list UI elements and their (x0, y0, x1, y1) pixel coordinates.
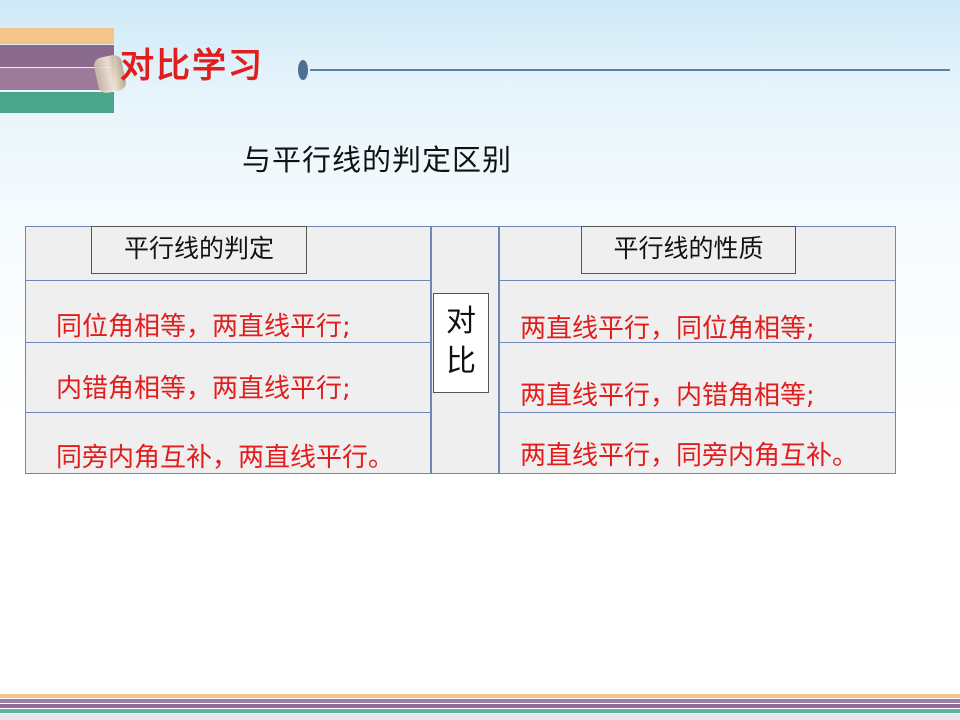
footer-stripe (0, 704, 960, 708)
right-row-text: 两直线平行，同旁内角互补。 (520, 441, 859, 471)
title-divider (310, 69, 950, 71)
right-row-text: 两直线平行，同位角相等; (520, 314, 815, 344)
right-row-divider (499, 280, 896, 281)
left-row-divider (25, 280, 431, 281)
compare-label-box: 对 比 (433, 293, 489, 393)
slide-title: 对比学习 (120, 46, 264, 86)
section-heading: 与平行线的判定区别 (242, 143, 513, 177)
footer-stripe (0, 714, 960, 720)
footer-stripe (0, 709, 960, 713)
title-bullet-icon (298, 60, 308, 80)
left-row-text: 同位角相等，两直线平行; (56, 312, 351, 342)
header-stripe-orange (0, 28, 114, 44)
header-stripe-teal (0, 92, 114, 113)
footer-stripe (0, 694, 960, 698)
footer-stripe (0, 699, 960, 703)
right-row-text: 两直线平行，内错角相等; (520, 381, 815, 411)
compare-label-char: 对 (446, 304, 476, 339)
left-row-text: 同旁内角互补，两直线平行。 (56, 443, 395, 473)
right-column-header: 平行线的性质 (581, 226, 796, 274)
left-column-header: 平行线的判定 (91, 226, 307, 274)
left-row-divider (25, 412, 431, 413)
left-row-text: 内错角相等，两直线平行; (56, 374, 351, 404)
compare-label-char: 比 (446, 344, 476, 379)
